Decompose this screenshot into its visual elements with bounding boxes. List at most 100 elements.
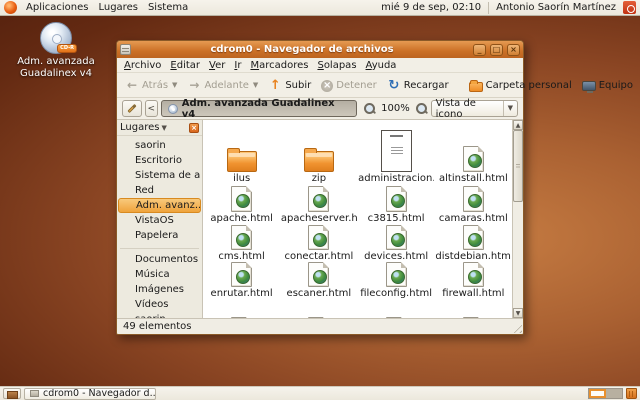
file-name: distdebian.html <box>435 251 511 262</box>
scroll-up-icon[interactable]: ▲ <box>513 120 523 130</box>
tray-icon[interactable] <box>344 1 357 14</box>
file-item[interactable]: zip <box>280 123 357 185</box>
tray-icon[interactable] <box>361 1 374 14</box>
view-mode-select[interactable]: Vista de icono ▼ <box>431 100 518 117</box>
toolbar-button[interactable]: Atrás▼ <box>121 76 181 94</box>
sidebar-item[interactable]: Escritorio <box>118 153 201 168</box>
file-item[interactable]: escaner.html <box>280 262 357 300</box>
file-item[interactable]: apacheserver.html <box>280 185 357 225</box>
scroll-down-icon[interactable]: ▼ <box>513 308 523 318</box>
sidebar-item[interactable]: Vídeos <box>118 297 201 312</box>
file-item[interactable]: ilus <box>203 123 280 185</box>
file-item[interactable]: cms.html <box>203 225 280 262</box>
file-item[interactable] <box>280 300 357 318</box>
vertical-scrollbar[interactable]: ▲ ▼ <box>512 120 523 318</box>
close-button[interactable]: × <box>507 44 520 56</box>
top-panel: AplicacionesLugaresSistema mié 9 de sep,… <box>0 0 640 16</box>
file-item[interactable]: administracion.pdf <box>358 123 435 185</box>
menubar: Archivo Editar Ver Ir Marcadores Solapas Ayuda <box>117 58 523 73</box>
zoom-out-icon[interactable] <box>363 102 376 115</box>
user-menu[interactable]: Antonio Saorín Martínez <box>493 2 619 13</box>
sidebar-item[interactable]: Imágenes <box>118 282 201 297</box>
desktop-icon-cdrom[interactable]: CD-R Adm. avanzada Guadalinex v4 <box>10 22 102 80</box>
workspace-2[interactable] <box>606 389 622 398</box>
toolbar-button[interactable]: Detener <box>317 77 381 94</box>
titlebar[interactable]: cdrom0 - Navegador de archivos _ □ × <box>117 41 523 58</box>
file-item[interactable]: camaras.html <box>435 185 512 225</box>
file-item[interactable]: firewall.html <box>435 262 512 300</box>
resize-grip[interactable] <box>510 321 522 333</box>
item-count: 49 elementos <box>123 321 191 332</box>
menu-item[interactable]: Ayuda <box>366 60 397 71</box>
toolbar-button[interactable]: Equipo <box>578 78 637 93</box>
sidebar-item[interactable]: Red <box>118 183 201 198</box>
cd-icon <box>168 104 178 114</box>
menu-item[interactable]: Editar <box>170 60 200 71</box>
clock[interactable]: mié 9 de sep, 02:10 <box>378 2 484 13</box>
top-panel-menus: AplicacionesLugaresSistema <box>21 2 193 13</box>
file-item[interactable]: apache.html <box>203 185 280 225</box>
trash-applet-icon[interactable] <box>626 388 637 399</box>
sidebar-title: Lugares <box>120 122 159 133</box>
menu-item[interactable]: Archivo <box>124 60 161 71</box>
view-mode-value: Vista de icono <box>436 98 500 120</box>
file-item[interactable]: distdebian.html <box>435 225 512 262</box>
file-item[interactable]: devices.html <box>358 225 435 262</box>
sidebar-item[interactable]: VistaOS <box>118 213 201 228</box>
launcher-icon[interactable] <box>197 1 210 14</box>
launcher-icon[interactable] <box>212 1 225 14</box>
sidebar-item-label: Red <box>135 185 154 196</box>
workspace-switcher[interactable] <box>588 388 623 399</box>
power-icon[interactable] <box>623 1 636 14</box>
sidebar-item[interactable]: Documentos <box>118 252 201 267</box>
breadcrumb[interactable]: Adm. avanzada Guadalinex v4 <box>161 100 357 117</box>
file-item[interactable]: conectar.html <box>280 225 357 262</box>
panel-menu[interactable]: Sistema <box>143 1 193 14</box>
sidebar-item[interactable]: Música <box>118 267 201 282</box>
file-item[interactable]: c3815.html <box>358 185 435 225</box>
menu-item[interactable]: Ir <box>234 60 241 71</box>
sidebar-close-button[interactable]: × <box>189 123 199 133</box>
sidebar-item[interactable]: saorin <box>118 138 201 153</box>
distro-logo-icon[interactable] <box>4 1 17 14</box>
sidebar-item[interactable]: Sistema de archi... <box>118 168 201 183</box>
workspace-1[interactable] <box>589 389 606 398</box>
breadcrumb-scroll-left-button[interactable]: < <box>145 100 158 117</box>
menu-item[interactable]: Solapas <box>317 60 356 71</box>
file-item[interactable] <box>435 300 512 318</box>
file-item[interactable]: fileconfig.html <box>358 262 435 300</box>
tray-icon[interactable] <box>327 1 340 14</box>
file-icon <box>231 186 252 212</box>
sidebar-header[interactable]: Lugares ▼ × <box>117 120 202 136</box>
toolbar-button[interactable]: Adelante▼ <box>183 76 262 94</box>
edit-location-button[interactable] <box>122 100 142 117</box>
window-icon <box>120 44 131 55</box>
taskbar-window-button[interactable]: cdrom0 - Navegador d... <box>24 388 156 400</box>
toolbar-button[interactable]: Subir <box>264 76 315 94</box>
toolbar-button-icon <box>469 82 483 92</box>
sidebar-item[interactable]: Adm. avanz... <box>118 198 201 213</box>
menu-item[interactable]: Ver <box>209 60 225 71</box>
toolbar-button[interactable]: Carpeta personal <box>465 77 576 94</box>
file-item[interactable]: enrutar.html <box>203 262 280 300</box>
sidebar-item-label: Vídeos <box>135 299 168 310</box>
toolbar-button-icon <box>582 81 596 91</box>
file-item[interactable]: altinstall.html <box>435 123 512 185</box>
file-name: c3815.html <box>368 213 425 225</box>
sidebar-item[interactable]: Papelera <box>118 228 201 243</box>
menu-item[interactable]: Marcadores <box>250 60 308 71</box>
maximize-button[interactable]: □ <box>490 44 503 56</box>
launcher-icon[interactable] <box>227 1 240 14</box>
zoom-in-icon[interactable] <box>415 102 428 115</box>
file-item[interactable] <box>203 300 280 318</box>
toolbar-button-label: Equipo <box>599 80 633 91</box>
sidebar-item[interactable] <box>120 243 199 249</box>
file-item[interactable] <box>358 300 435 318</box>
show-desktop-button[interactable] <box>3 388 21 399</box>
minimize-button[interactable]: _ <box>473 44 486 56</box>
toolbar-button[interactable]: Recargar <box>383 76 453 94</box>
scrollbar-thumb[interactable] <box>513 130 523 202</box>
panel-menu[interactable]: Aplicaciones <box>21 1 93 14</box>
panel-menu[interactable]: Lugares <box>93 1 142 14</box>
bottom-panel: cdrom0 - Navegador d... <box>0 386 640 400</box>
